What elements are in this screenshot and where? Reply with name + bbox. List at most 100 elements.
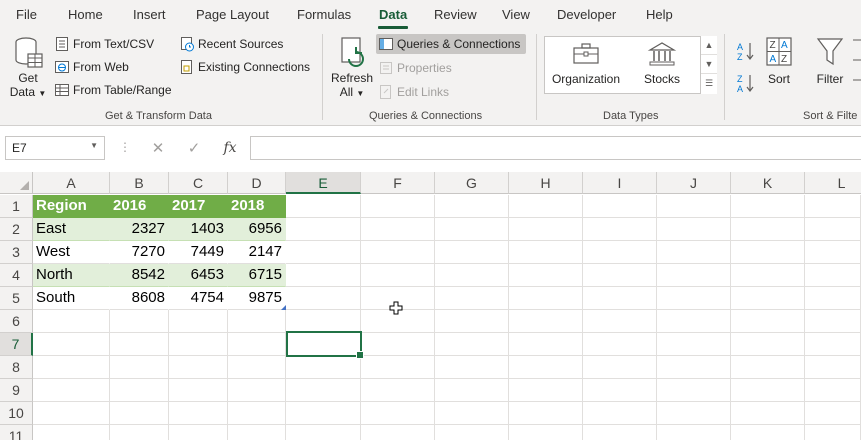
gallery-more-icon[interactable]: ☰: [701, 74, 717, 93]
select-all-button[interactable]: [0, 172, 33, 194]
empty-cell[interactable]: [583, 379, 657, 402]
empty-cell[interactable]: [286, 241, 361, 264]
empty-cell[interactable]: [509, 264, 583, 287]
empty-cell[interactable]: [509, 333, 583, 356]
empty-cell[interactable]: [731, 425, 805, 440]
table-cell[interactable]: 6453: [169, 264, 228, 287]
empty-cell[interactable]: [805, 379, 861, 402]
formula-input[interactable]: [250, 136, 861, 160]
table-header-cell[interactable]: Region: [33, 195, 110, 218]
empty-cell[interactable]: [286, 402, 361, 425]
table-cell[interactable]: 6715: [228, 264, 286, 287]
empty-cell[interactable]: [583, 195, 657, 218]
empty-cell[interactable]: [435, 195, 509, 218]
column-header-c[interactable]: C: [169, 172, 228, 194]
column-header-h[interactable]: H: [509, 172, 583, 194]
empty-cell[interactable]: [228, 402, 286, 425]
empty-cell[interactable]: [731, 356, 805, 379]
table-cell[interactable]: 8608: [110, 287, 169, 310]
sort-a-to-z-button[interactable]: A Z: [736, 40, 756, 62]
empty-cell[interactable]: [110, 333, 169, 356]
table-cell[interactable]: 6956: [228, 218, 286, 241]
empty-cell[interactable]: [731, 287, 805, 310]
empty-cell[interactable]: [583, 402, 657, 425]
empty-cell[interactable]: [805, 287, 861, 310]
row-header-9[interactable]: 9: [0, 379, 33, 402]
organization-data-type-button[interactable]: Organization: [549, 41, 623, 86]
empty-cell[interactable]: [286, 310, 361, 333]
empty-cell[interactable]: [509, 402, 583, 425]
from-web-button[interactable]: From Web: [54, 57, 129, 77]
empty-cell[interactable]: [110, 310, 169, 333]
table-cell[interactable]: 7270: [110, 241, 169, 264]
chevron-up-icon[interactable]: ▲: [701, 36, 717, 55]
empty-cell[interactable]: [657, 310, 731, 333]
empty-cell[interactable]: [435, 402, 509, 425]
table-header-cell[interactable]: 2017: [169, 195, 228, 218]
row-header-10[interactable]: 10: [0, 402, 33, 425]
recent-sources-button[interactable]: Recent Sources: [179, 34, 283, 54]
table-cell[interactable]: West: [33, 241, 110, 264]
tab-insert[interactable]: Insert: [133, 7, 166, 22]
column-header-b[interactable]: B: [110, 172, 169, 194]
from-table-range-button[interactable]: From Table/Range: [54, 80, 172, 100]
table-cell[interactable]: 7449: [169, 241, 228, 264]
table-header-cell[interactable]: 2018: [228, 195, 286, 218]
empty-cell[interactable]: [228, 356, 286, 379]
empty-cell[interactable]: [169, 402, 228, 425]
edit-links-button[interactable]: Edit Links: [378, 82, 449, 102]
tab-page-layout[interactable]: Page Layout: [196, 7, 269, 22]
empty-cell[interactable]: [805, 195, 861, 218]
tab-home[interactable]: Home: [68, 7, 103, 22]
column-header-e[interactable]: E: [286, 172, 361, 194]
empty-cell[interactable]: [731, 379, 805, 402]
empty-cell[interactable]: [33, 402, 110, 425]
empty-cell[interactable]: [361, 218, 435, 241]
row-header-11[interactable]: 11: [0, 425, 33, 440]
table-cell[interactable]: South: [33, 287, 110, 310]
empty-cell[interactable]: [435, 264, 509, 287]
row-header-2[interactable]: 2: [0, 218, 33, 241]
refresh-all-button[interactable]: Refresh All ▼: [330, 36, 374, 104]
empty-cell[interactable]: [110, 379, 169, 402]
row-header-8[interactable]: 8: [0, 356, 33, 379]
empty-cell[interactable]: [657, 379, 731, 402]
empty-cell[interactable]: [583, 333, 657, 356]
empty-cell[interactable]: [435, 218, 509, 241]
empty-cell[interactable]: [361, 241, 435, 264]
empty-cell[interactable]: [509, 356, 583, 379]
empty-cell[interactable]: [657, 402, 731, 425]
check-icon[interactable]: ✓: [176, 139, 212, 157]
empty-cell[interactable]: [583, 356, 657, 379]
tab-help[interactable]: Help: [646, 7, 673, 22]
empty-cell[interactable]: [228, 379, 286, 402]
empty-cell[interactable]: [509, 241, 583, 264]
empty-cell[interactable]: [33, 379, 110, 402]
empty-cell[interactable]: [731, 264, 805, 287]
empty-cell[interactable]: [110, 425, 169, 440]
empty-cell[interactable]: [361, 379, 435, 402]
empty-cell[interactable]: [583, 264, 657, 287]
tab-data[interactable]: Data: [379, 7, 407, 22]
empty-cell[interactable]: [657, 195, 731, 218]
empty-cell[interactable]: [805, 333, 861, 356]
table-resize-handle[interactable]: [281, 305, 286, 310]
tab-developer[interactable]: Developer: [557, 7, 616, 22]
empty-cell[interactable]: [657, 356, 731, 379]
row-header-7[interactable]: 7: [0, 333, 33, 356]
empty-cell[interactable]: [435, 356, 509, 379]
empty-cell[interactable]: [731, 310, 805, 333]
empty-cell[interactable]: [509, 425, 583, 440]
chevron-down-icon[interactable]: ▼: [701, 55, 717, 74]
table-cell[interactable]: East: [33, 218, 110, 241]
empty-cell[interactable]: [657, 241, 731, 264]
empty-cell[interactable]: [583, 241, 657, 264]
table-cell[interactable]: 8542: [110, 264, 169, 287]
empty-cell[interactable]: [286, 218, 361, 241]
empty-cell[interactable]: [657, 333, 731, 356]
column-header-k[interactable]: K: [731, 172, 805, 194]
column-header-j[interactable]: J: [657, 172, 731, 194]
empty-cell[interactable]: [805, 310, 861, 333]
existing-connections-button[interactable]: Existing Connections: [179, 57, 310, 77]
tab-review[interactable]: Review: [434, 7, 477, 22]
